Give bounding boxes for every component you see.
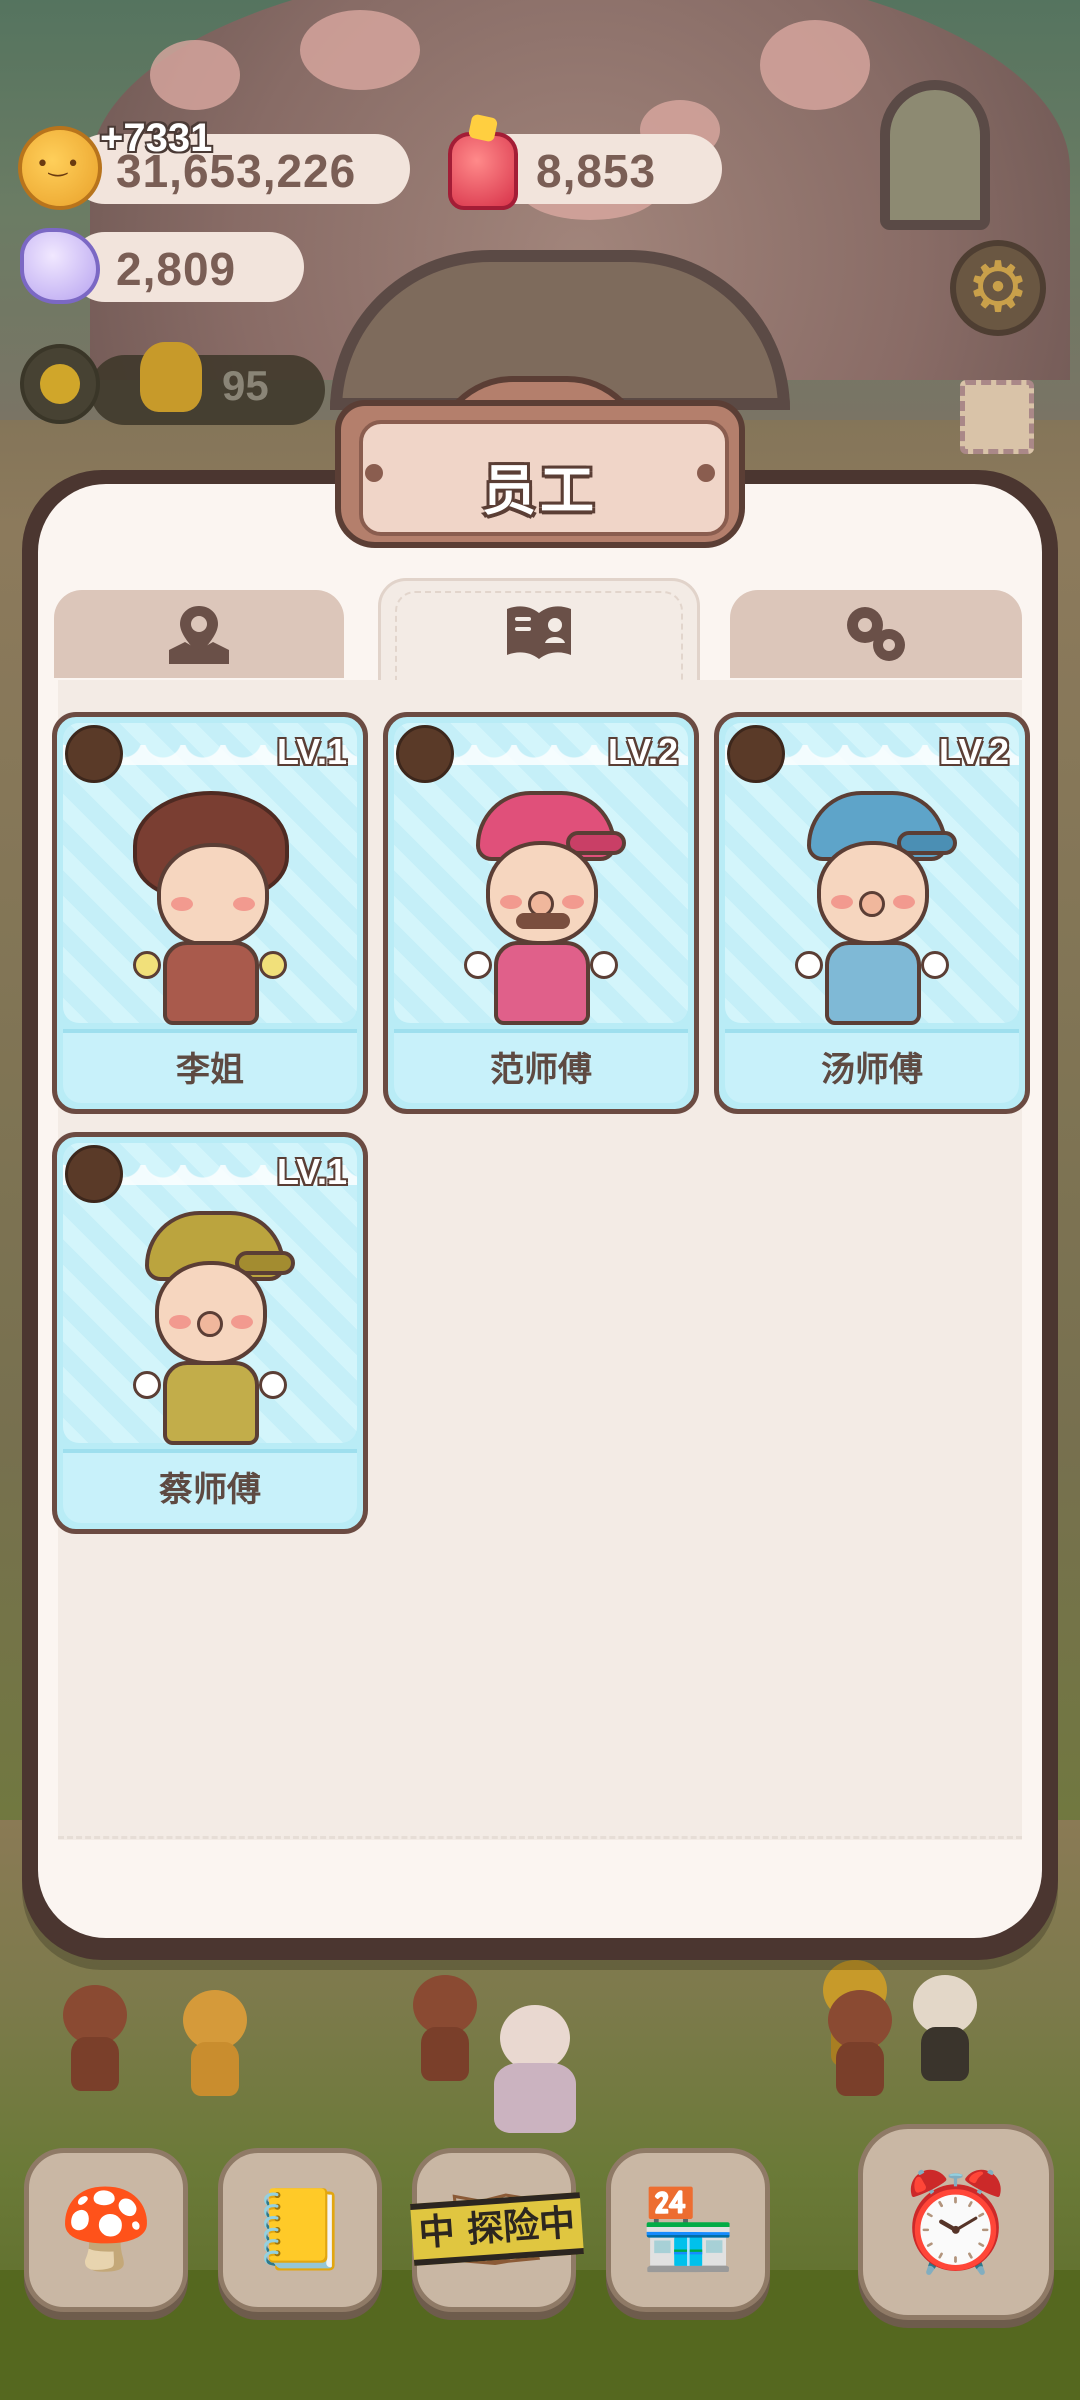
map-pin-icon bbox=[169, 606, 229, 664]
timer-icon: ⏰ bbox=[896, 2166, 1016, 2278]
jelly-value: 8,853 bbox=[536, 145, 657, 197]
staff-card[interactable]: LV.2 范师傅 bbox=[383, 712, 699, 1114]
staff-level: LV.1 bbox=[276, 1151, 347, 1192]
staff-name: 李姐 bbox=[176, 1050, 244, 1090]
energy-value: 95 bbox=[222, 362, 269, 409]
staff-card[interactable]: LV.1 蔡师傅 bbox=[52, 1132, 368, 1534]
adventure-status-tape: 中 探险中 bbox=[410, 2192, 584, 2266]
staff-card[interactable]: LV.1 李姐 bbox=[52, 712, 368, 1114]
stamp-icon[interactable] bbox=[960, 380, 1034, 454]
staff-name: 范师傅 bbox=[490, 1050, 592, 1090]
gears-icon bbox=[847, 607, 905, 661]
staff-portrait-fan bbox=[446, 791, 636, 1031]
staff-badge bbox=[65, 725, 123, 783]
jelly-icon bbox=[448, 132, 518, 210]
energy-bar[interactable] bbox=[90, 355, 325, 425]
staff-portrait-tang bbox=[777, 791, 967, 1031]
house-window bbox=[880, 80, 990, 230]
crystal-counter[interactable]: 2,809 bbox=[70, 232, 304, 302]
blossom-cluster bbox=[760, 20, 870, 110]
npc-cookie[interactable] bbox=[405, 1975, 485, 2085]
coin-gain: +7331 bbox=[100, 116, 213, 160]
blossom-cluster bbox=[300, 10, 420, 90]
settings-gear-icon[interactable]: ⚙ bbox=[950, 240, 1046, 336]
notebook-icon: 📒 bbox=[251, 2185, 349, 2275]
nav-house-button[interactable]: 🍄 bbox=[24, 2148, 188, 2312]
sun-icon bbox=[20, 344, 100, 424]
house-icon: 🍄 bbox=[57, 2185, 155, 2275]
staff-badge bbox=[727, 725, 785, 783]
staff-portrait-cai bbox=[115, 1211, 305, 1451]
npc-cookie[interactable] bbox=[820, 1990, 900, 2100]
shop-icon: 🏪 bbox=[639, 2185, 737, 2275]
crystal-value: 2,809 bbox=[116, 243, 237, 295]
staff-badge bbox=[396, 725, 454, 783]
blossom-cluster bbox=[150, 40, 240, 110]
npc-cookie-sunglasses[interactable] bbox=[905, 1975, 985, 2085]
npc-princess[interactable] bbox=[480, 2005, 590, 2135]
nav-notebook-button[interactable]: 📒 bbox=[218, 2148, 382, 2312]
divider bbox=[58, 1836, 1022, 1839]
staff-level: LV.2 bbox=[938, 731, 1009, 772]
dialog-title: 员工 bbox=[482, 459, 598, 522]
nav-shop-button[interactable]: 🏪 bbox=[606, 2148, 770, 2312]
npc-cookie[interactable] bbox=[175, 1990, 255, 2100]
staff-card[interactable]: LV.2 汤师傅 bbox=[714, 712, 1030, 1114]
staff-level: LV.1 bbox=[276, 731, 347, 772]
staff-badge bbox=[65, 1145, 123, 1203]
npc-cookie[interactable] bbox=[55, 1985, 135, 2095]
energy-character-icon bbox=[140, 342, 202, 412]
coin-icon bbox=[18, 126, 102, 210]
tab-location[interactable] bbox=[54, 590, 344, 678]
book-icon bbox=[507, 605, 571, 659]
staff-name: 蔡师傅 bbox=[159, 1470, 261, 1510]
staff-level: LV.2 bbox=[607, 731, 678, 772]
staff-name: 汤师傅 bbox=[821, 1050, 923, 1090]
tab-staff-book[interactable] bbox=[378, 578, 700, 680]
staff-portrait-li bbox=[115, 791, 305, 1031]
tab-gears[interactable] bbox=[730, 590, 1022, 678]
nav-timer-button[interactable]: ⏰ bbox=[858, 2124, 1054, 2320]
